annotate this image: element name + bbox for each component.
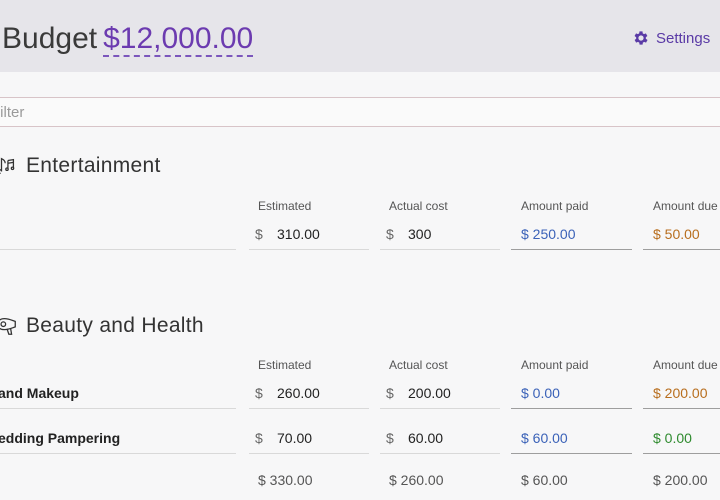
item-name[interactable]: edding Pampering [0, 422, 236, 454]
paid-value: $ 0.00 [521, 384, 560, 401]
currency-symbol: $ [255, 384, 263, 401]
total-due: $ 200.00 [653, 472, 708, 488]
currency-symbol: $ [255, 429, 263, 446]
estimated-value: 70.00 [277, 429, 313, 446]
paid-field[interactable]: $ 60.00 [511, 422, 632, 454]
item-name[interactable]: and Makeup [0, 377, 236, 409]
settings-label: Settings [656, 29, 711, 47]
paid-field[interactable]: $ 0.00 [511, 377, 632, 409]
estimated-value: 260.00 [277, 384, 320, 401]
col-estimated: Estimated [258, 358, 312, 372]
due-value: $ 50.00 [653, 225, 700, 242]
paid-field[interactable]: $ 250.00 [511, 218, 632, 250]
currency-symbol: $ [386, 384, 394, 401]
col-paid: Amount paid [521, 358, 589, 372]
col-due: Amount due [653, 358, 718, 372]
filter-box [0, 97, 720, 127]
total-actual: $ 260.00 [389, 472, 444, 488]
settings-button[interactable]: Settings [632, 29, 710, 47]
section-beauty-header: Beauty and Health [0, 314, 204, 338]
budget-amount[interactable]: $12,000.00 [103, 22, 254, 57]
currency-symbol: $ [255, 225, 263, 242]
section-title: Beauty and Health [26, 314, 204, 337]
actual-value: 200.00 [408, 384, 451, 401]
col-estimated: Estimated [258, 199, 312, 213]
total-paid: $ 60.00 [521, 472, 568, 488]
page-header: Budget $12,000.00 Settings [0, 0, 720, 72]
actual-field[interactable]: $300 [380, 218, 500, 250]
currency-symbol: $ [386, 225, 394, 242]
currency-symbol: $ [386, 429, 394, 446]
hair-dryer-icon [0, 318, 16, 335]
item-name[interactable] [0, 218, 236, 250]
due-field: $ 200.00 [643, 377, 720, 409]
paid-value: $ 250.00 [521, 225, 576, 242]
total-estimated: $ 330.00 [258, 472, 313, 488]
due-field: $ 50.00 [643, 218, 720, 250]
actual-field[interactable]: $200.00 [380, 377, 500, 409]
actual-value: 300 [408, 225, 432, 242]
section-entertainment-header: Entertainment [0, 154, 161, 178]
actual-value: 60.00 [408, 429, 444, 446]
paid-value: $ 60.00 [521, 429, 568, 446]
music-notes-icon [0, 157, 15, 174]
estimated-field[interactable]: $310.00 [249, 218, 369, 250]
due-field: $ 0.00 [643, 422, 720, 454]
due-value: $ 200.00 [653, 384, 708, 401]
section-title: Entertainment [26, 154, 161, 177]
col-actual: Actual cost [389, 358, 448, 372]
estimated-field[interactable]: $70.00 [249, 422, 369, 454]
col-due: Amount due [653, 199, 718, 213]
page-title: Budget $12,000.00 [2, 22, 254, 57]
filter-input[interactable] [0, 98, 712, 126]
title-text: Budget [2, 22, 98, 55]
gear-icon [634, 31, 648, 45]
actual-field[interactable]: $60.00 [380, 422, 500, 454]
estimated-value: 310.00 [277, 225, 320, 242]
due-value: $ 0.00 [653, 429, 692, 446]
col-paid: Amount paid [521, 199, 589, 213]
col-actual: Actual cost [389, 199, 448, 213]
estimated-field[interactable]: $260.00 [249, 377, 369, 409]
